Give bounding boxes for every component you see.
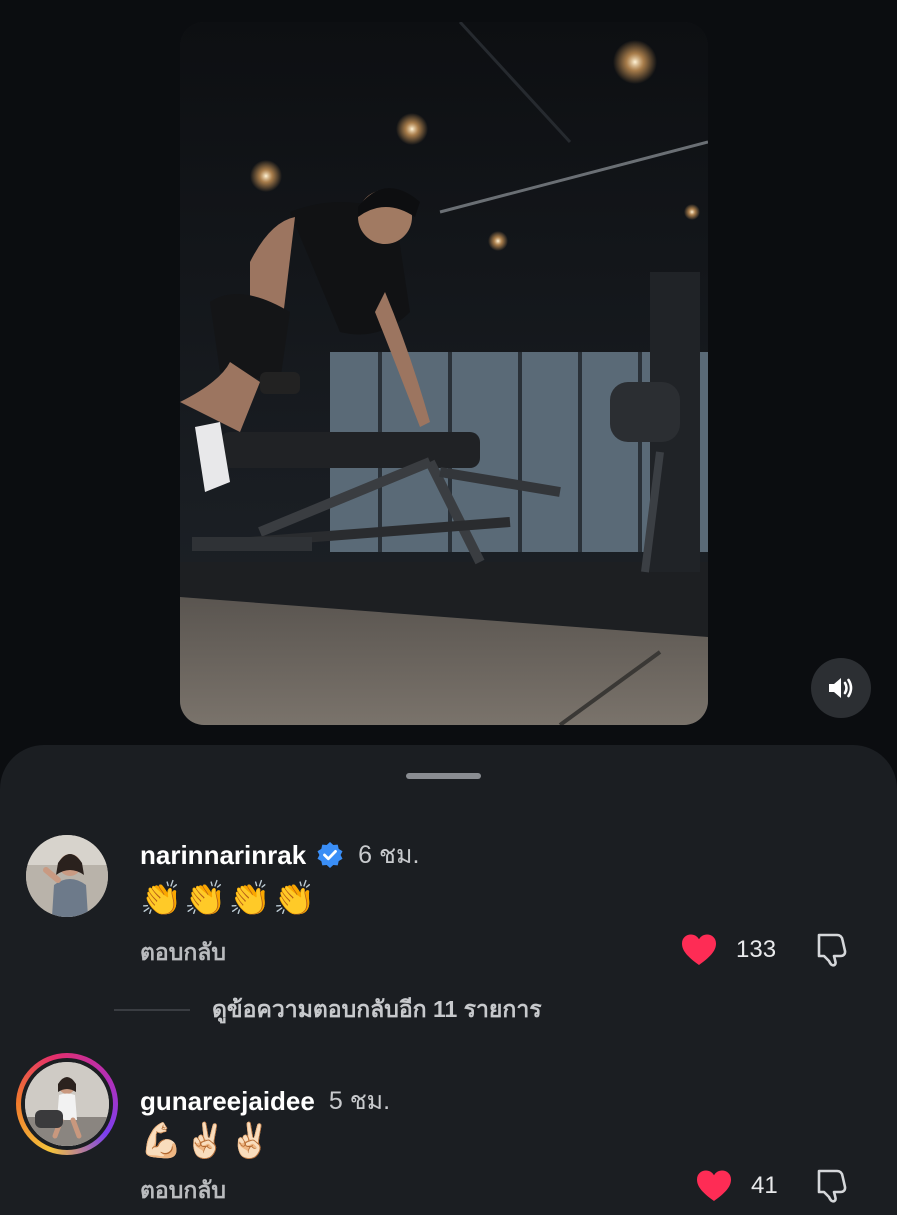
speaker-icon: [829, 678, 853, 698]
comment-username[interactable]: gunareejaidee 5 ชม.: [140, 1081, 390, 1121]
comment-time: 5 ชม.: [328, 1087, 391, 1115]
drag-handle[interactable]: [406, 773, 481, 779]
divider: [114, 1009, 190, 1011]
view-more-replies[interactable]: ดูข้อความตอบกลับอีก 11 รายการ: [114, 992, 542, 1028]
video-player[interactable]: [180, 22, 708, 725]
username-text[interactable]: gunareejaidee: [140, 1086, 315, 1117]
reply-button[interactable]: ตอบกลับ: [140, 1173, 226, 1209]
avatar[interactable]: [26, 835, 108, 917]
heart-icon: [697, 1170, 731, 1201]
like-button[interactable]: 133: [680, 933, 776, 967]
avatar-image: [26, 835, 108, 917]
like-count: 133: [736, 936, 777, 963]
comment-username[interactable]: narinnarinrak 6 ชม.: [140, 835, 419, 875]
comment-text: 💪🏻✌🏻✌🏻: [140, 1122, 274, 1160]
sound-toggle-button[interactable]: [811, 658, 871, 718]
verified-badge-icon: [317, 842, 343, 868]
dislike-button[interactable]: [815, 1167, 849, 1208]
video-frame: [180, 22, 708, 725]
like-count: 41: [751, 1172, 778, 1199]
comment-time: 6 ชม.: [358, 841, 420, 869]
thumbs-down-icon: [817, 933, 847, 967]
comments-sheet: narinnarinrak 6 ชม. 👏👏👏👏 ตอบกลับ 133 ดูข…: [0, 745, 897, 1215]
heart-icon: [682, 934, 716, 965]
avatar-image: [25, 1062, 109, 1146]
username-text[interactable]: narinnarinrak: [140, 840, 306, 871]
avatar[interactable]: [25, 1062, 109, 1146]
like-button[interactable]: 41: [695, 1169, 778, 1203]
reply-button[interactable]: ตอบกลับ: [140, 935, 226, 971]
comment-text: 👏👏👏👏: [140, 880, 318, 918]
dislike-button[interactable]: [815, 931, 849, 972]
view-more-replies-label[interactable]: ดูข้อความตอบกลับอีก 11 รายการ: [212, 992, 542, 1028]
thumbs-down-icon: [817, 1169, 847, 1203]
